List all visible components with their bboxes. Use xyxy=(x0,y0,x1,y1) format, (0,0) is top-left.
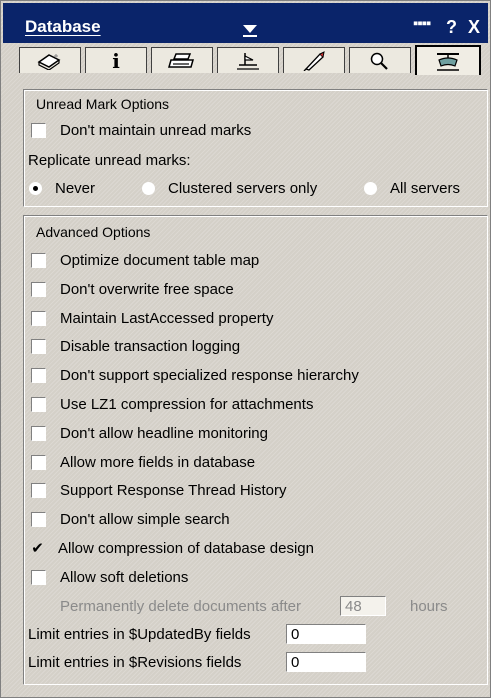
tab-full-text[interactable] xyxy=(349,47,411,73)
advanced-propeller-icon xyxy=(437,53,459,71)
advanced-option-checkbox[interactable]: Don't allow headline monitoring xyxy=(31,425,268,442)
radio-button[interactable] xyxy=(364,182,377,195)
radio-all-servers[interactable]: All servers xyxy=(364,180,460,197)
radio-clustered-servers[interactable]: Clustered servers only xyxy=(142,180,317,197)
checkbox-label: Allow more fields in database xyxy=(60,454,256,471)
checkbox-label: Maintain LastAccessed property xyxy=(60,310,274,327)
hours-unit-label: hours xyxy=(410,598,448,615)
radio-button[interactable] xyxy=(142,182,155,195)
full-text-search-icon xyxy=(370,52,388,70)
tab-basics[interactable] xyxy=(19,47,81,73)
checkbox-label: Don't support specialized response hiera… xyxy=(60,367,359,384)
checkbox-label: Don't overwrite free space xyxy=(60,281,234,298)
updatedby-text: Limit entries in $UpdatedBy fields xyxy=(28,626,251,643)
help-icon[interactable]: ? xyxy=(446,17,457,38)
checkbox-label: Allow soft deletions xyxy=(60,569,189,586)
checkbox-box[interactable] xyxy=(31,397,46,412)
advanced-option-checkbox[interactable]: Don't allow simple search xyxy=(31,511,230,528)
advanced-option-checkbox[interactable]: Maintain LastAccessed property xyxy=(31,310,273,327)
info-book-icon xyxy=(37,53,61,70)
updatedby-limit-label: Limit entries in $UpdatedBy fields xyxy=(28,626,251,643)
revisions-text: Limit entries in $Revisions fields xyxy=(28,654,242,671)
radio-never[interactable]: Never xyxy=(29,180,95,197)
advanced-option-checkbox[interactable]: Don't overwrite free space xyxy=(31,281,234,298)
tab-strip: i xyxy=(19,45,489,75)
revisions-limit-input[interactable]: 0 xyxy=(286,652,366,672)
advanced-option-checkbox[interactable]: Allow more fields in database xyxy=(31,454,255,471)
title-bar: Database ▪▪▪▪ ? X xyxy=(3,3,488,43)
checkbox-box[interactable] xyxy=(31,123,46,138)
tab-design[interactable] xyxy=(217,47,279,73)
properties-type-dropdown-label[interactable]: Database xyxy=(25,17,101,37)
checkbox-box[interactable] xyxy=(31,311,46,326)
close-icon[interactable]: X xyxy=(468,17,480,38)
revisions-limit-label: Limit entries in $Revisions fields xyxy=(28,654,241,671)
checkbox-label: Don't allow headline monitoring xyxy=(60,425,268,442)
checkbox-label: Allow compression of database design xyxy=(58,540,314,557)
permanent-delete-hours-input[interactable]: 48 xyxy=(340,596,386,616)
radio-label: Clustered servers only xyxy=(168,180,318,197)
checkbox-checked[interactable]: ✔ xyxy=(31,541,44,556)
checkbox-box[interactable] xyxy=(31,339,46,354)
advanced-option-checkbox[interactable]: Support Response Thread History xyxy=(31,482,287,499)
advanced-option-checkbox[interactable]: Use LZ1 compression for attachments xyxy=(31,396,313,413)
permanent-delete-label: Permanently delete documents after xyxy=(60,598,301,615)
updatedby-limit-input[interactable]: 0 xyxy=(286,624,366,644)
dont-maintain-unread-checkbox[interactable]: Don't maintain unread marks xyxy=(31,122,251,139)
advanced-option-checkbox[interactable]: Disable transaction logging xyxy=(31,338,240,355)
checkbox-box[interactable] xyxy=(31,368,46,383)
section-title: Advanced Options xyxy=(36,224,151,240)
checkbox-box[interactable] xyxy=(31,426,46,441)
advanced-option-checkbox[interactable]: Allow soft deletions xyxy=(31,569,188,586)
checkbox-box[interactable] xyxy=(31,570,46,585)
chevron-down-icon[interactable] xyxy=(243,25,257,37)
advanced-option-checkbox[interactable]: Don't support specialized response hiera… xyxy=(31,367,359,384)
checkbox-label: Don't maintain unread marks xyxy=(60,122,252,139)
section-title: Unread Mark Options xyxy=(36,96,170,112)
replicate-unread-label: Replicate unread marks: xyxy=(28,152,191,169)
radio-label: All servers xyxy=(390,180,461,197)
checkbox-label: Disable transaction logging xyxy=(60,338,241,355)
checkbox-label: Don't allow simple search xyxy=(60,511,230,528)
collapse-dots-icon[interactable]: ▪▪▪▪ xyxy=(413,15,431,32)
permanent-delete-text: Permanently delete documents after xyxy=(60,598,301,615)
checkbox-box[interactable] xyxy=(31,253,46,268)
advanced-option-checkbox[interactable]: ✔ Allow compression of database design xyxy=(31,540,314,557)
tab-launch[interactable] xyxy=(283,47,345,73)
checkbox-box[interactable] xyxy=(31,483,46,498)
advanced-options-panel: Advanced Options Optimize document table… xyxy=(23,215,488,685)
tab-print[interactable] xyxy=(151,47,213,73)
checkbox-box[interactable] xyxy=(31,282,46,297)
launch-icon xyxy=(303,50,325,71)
checkbox-label: Use LZ1 compression for attachments xyxy=(60,396,314,413)
design-icon xyxy=(237,52,259,70)
checkbox-label: Support Response Thread History xyxy=(60,482,287,499)
checkbox-label: Optimize document table map xyxy=(60,252,260,269)
radio-button[interactable] xyxy=(29,182,42,195)
hours-text: hours xyxy=(410,598,448,615)
replicate-label-text: Replicate unread marks: xyxy=(28,152,191,169)
printer-icon xyxy=(168,52,194,68)
tab-advanced[interactable] xyxy=(415,45,481,75)
tab-info[interactable]: i xyxy=(85,47,147,73)
unread-mark-options-panel: Unread Mark Options Don't maintain unrea… xyxy=(23,89,488,207)
checkbox-box[interactable] xyxy=(31,512,46,527)
info-icon: i xyxy=(112,48,120,73)
checkbox-box[interactable] xyxy=(31,455,46,470)
advanced-option-checkbox[interactable]: Optimize document table map xyxy=(31,252,259,269)
radio-label: Never xyxy=(55,180,96,197)
database-properties-window: Database ▪▪▪▪ ? X i Unread Mark Options … xyxy=(0,0,491,698)
